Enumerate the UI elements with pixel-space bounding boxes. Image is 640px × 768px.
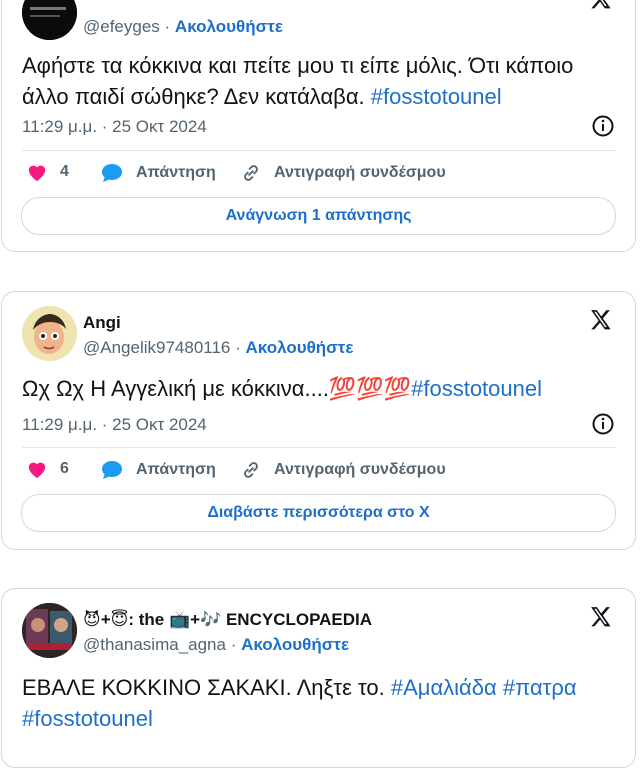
tweet-body: Ωχ Ωχ Η Αγγελική με κόκκινα....💯💯💯 [22,376,412,401]
author-handle[interactable]: @Angelik97480116 [83,338,230,357]
reply-label: Απάντηση [136,461,216,478]
hashtag-link[interactable]: #fosstotounel [22,706,153,731]
x-logo-icon[interactable] [588,0,613,12]
divider [22,150,615,151]
tweet-header: Angi @Angelik97480116 · Ακολουθήστε [22,304,615,362]
copy-link-label: Αντιγραφή συνδέσμου [274,164,446,181]
tweet-card: Angi @Angelik97480116 · Ακολουθήστε Ωχ Ω… [1,291,636,550]
reply-button[interactable]: Απάντηση [100,459,216,481]
author-handle[interactable]: @efeyges [83,17,160,36]
follow-link[interactable]: Ακολουθήστε [175,17,283,36]
handle-line: @Angelik97480116 · Ακολουθήστε [83,338,354,357]
avatar[interactable] [22,603,77,658]
reply-button[interactable]: Απάντηση [100,162,216,184]
action-bar: 6 Απάντηση Αντιγραφή συνδέσμου [22,459,615,485]
x-logo-icon[interactable] [588,605,613,630]
timestamp[interactable]: 11:29 μ.μ. · 25 Οκτ 2024 [22,415,207,435]
hashtag-link[interactable]: #fosstotounel [411,376,542,401]
timestamp[interactable]: 11:29 μ.μ. · 25 Οκτ 2024 [22,117,207,137]
handle-line: @efeyges · Ακολουθήστε [83,17,283,36]
tweet-text: ΕΒΑΛΕ ΚΟΚΚΙΝΟ ΣΑΚΑΚΙ. Ληξτε το. #Αμαλιάδ… [22,672,617,734]
tweet-header: 😈+😇: the 📺+🎶 ENCYCLOPAEDIA @thanasima_ag… [22,601,615,659]
tweet-header: @efeyges · Ακολουθήστε [22,0,615,41]
tweet-card: 😈+😇: the 📺+🎶 ENCYCLOPAEDIA @thanasima_ag… [1,588,636,768]
hashtag-link[interactable]: #fosstotounel [371,84,502,109]
tweet-body: ΕΒΑΛΕ ΚΟΚΚΙΝΟ ΣΑΚΑΚΙ. Ληξτε το. [22,675,385,700]
link-icon [244,165,258,181]
tweet-text: Ωχ Ωχ Η Αγγελική με κόκκινα....💯💯💯#fosst… [22,373,617,404]
copy-link-button[interactable]: Αντιγραφή συνδέσμου [240,459,446,481]
like-button[interactable]: 4 [26,162,69,182]
read-more-button[interactable]: Διαβάστε περισσότερα στο X [21,494,616,532]
heart-icon [28,165,46,182]
copy-link-button[interactable]: Αντιγραφή συνδέσμου [240,162,446,184]
read-replies-button[interactable]: Ανάγνωση 1 απάντησης [21,197,616,235]
reply-label: Απάντηση [136,164,216,181]
action-bar: 4 Απάντηση Αντιγραφή συνδέσμου [22,162,615,188]
hashtag-link[interactable]: #Αμαλιάδα [391,675,497,700]
author-handle[interactable]: @thanasima_agna [83,635,226,654]
author-name[interactable]: Angi [83,313,121,333]
like-count: 4 [60,163,69,180]
info-icon[interactable] [591,412,615,436]
handle-line: @thanasima_agna · Ακολουθήστε [83,635,350,654]
reply-bubble-icon [102,164,122,182]
avatar[interactable] [22,0,77,40]
follow-link[interactable]: Ακολουθήστε [241,635,349,654]
author-name[interactable]: 😈+😇: the 📺+🎶 ENCYCLOPAEDIA [83,610,372,630]
tweet-text: Αφήστε τα κόκκινα και πείτε μου τι είπε … [22,50,617,112]
follow-link[interactable]: Ακολουθήστε [246,338,354,357]
hashtag-link[interactable]: #πατρα [503,675,577,700]
like-count: 6 [60,460,69,477]
copy-link-label: Αντιγραφή συνδέσμου [274,461,446,478]
x-logo-icon[interactable] [588,308,613,333]
divider [22,447,615,448]
reply-bubble-icon [102,461,122,479]
link-icon [244,462,258,478]
heart-icon [28,462,46,479]
avatar[interactable] [22,306,77,361]
like-button[interactable]: 6 [26,459,69,479]
tweet-card: @efeyges · Ακολουθήστε Αφήστε τα κόκκινα… [1,0,636,252]
info-icon[interactable] [591,114,615,138]
